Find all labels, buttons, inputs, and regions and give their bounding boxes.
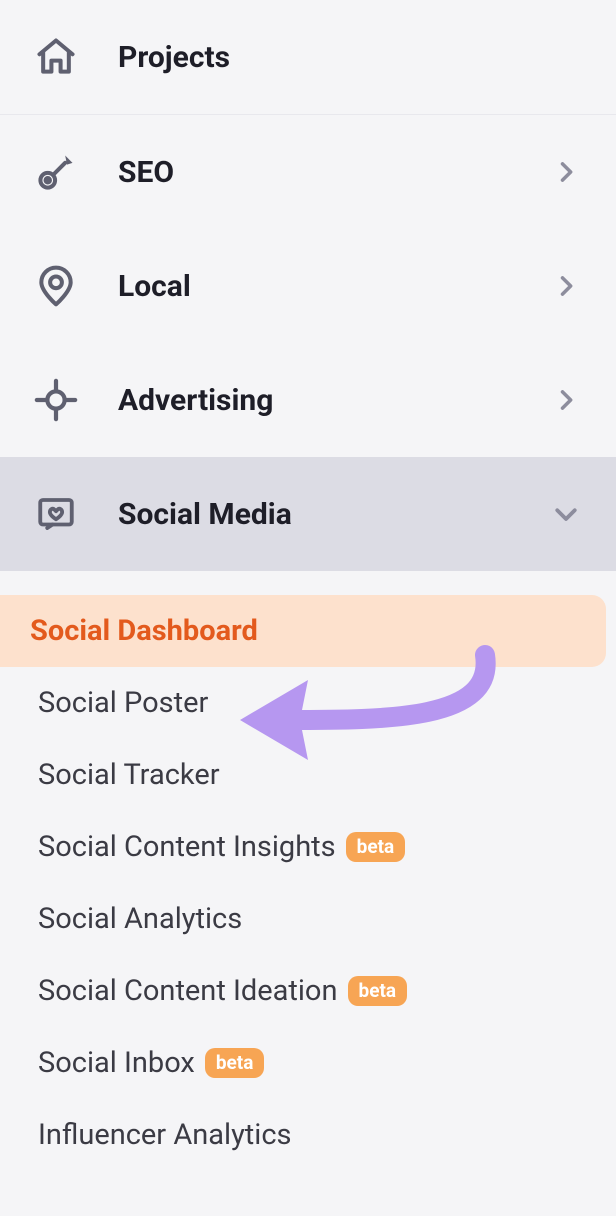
sub-label-poster: Social Poster (38, 686, 208, 720)
pin-icon (32, 262, 80, 310)
sub-item-influencer[interactable]: Influencer Analytics (10, 1099, 606, 1171)
sub-label-dashboard: Social Dashboard (30, 614, 258, 648)
chevron-down-icon (550, 498, 582, 530)
beta-badge: beta (346, 832, 406, 862)
nav-label-seo: SEO (118, 155, 550, 190)
nav-item-advertising[interactable]: Advertising (0, 343, 616, 457)
nav-label-local: Local (118, 269, 550, 304)
sub-item-inbox[interactable]: Social Inbox beta (10, 1027, 606, 1099)
beta-badge: beta (205, 1048, 265, 1078)
nav-item-social[interactable]: Social Media (0, 457, 616, 571)
sub-label-influencer: Influencer Analytics (38, 1118, 292, 1152)
chevron-right-icon (550, 156, 582, 188)
sub-item-content-insights[interactable]: Social Content Insights beta (10, 811, 606, 883)
home-icon (32, 33, 80, 81)
sub-item-poster[interactable]: Social Poster (10, 667, 606, 739)
sub-label-inbox: Social Inbox (38, 1046, 195, 1080)
nav-item-local[interactable]: Local (0, 229, 616, 343)
sub-item-content-ideation[interactable]: Social Content Ideation beta (10, 955, 606, 1027)
chevron-right-icon (550, 384, 582, 416)
sub-item-dashboard[interactable]: Social Dashboard (0, 595, 606, 667)
chevron-right-icon (550, 270, 582, 302)
sub-label-content-ideation: Social Content Ideation (38, 974, 338, 1008)
social-submenu: Social Dashboard Social Poster Social Tr… (0, 571, 616, 1201)
social-icon (32, 490, 80, 538)
sub-label-tracker: Social Tracker (38, 758, 220, 792)
sub-label-analytics: Social Analytics (38, 902, 242, 936)
beta-badge: beta (348, 976, 408, 1006)
nav-label-advertising: Advertising (118, 383, 550, 418)
nav-item-projects[interactable]: Projects (0, 0, 616, 114)
nav-item-seo[interactable]: SEO (0, 115, 616, 229)
nav-label-projects: Projects (118, 40, 582, 75)
seo-icon (32, 148, 80, 196)
sub-item-tracker[interactable]: Social Tracker (10, 739, 606, 811)
sidebar: Projects SEO Local (0, 0, 616, 1201)
sub-item-analytics[interactable]: Social Analytics (10, 883, 606, 955)
sub-label-content-insights: Social Content Insights (38, 830, 336, 864)
nav-label-social: Social Media (118, 497, 550, 532)
target-icon (32, 376, 80, 424)
